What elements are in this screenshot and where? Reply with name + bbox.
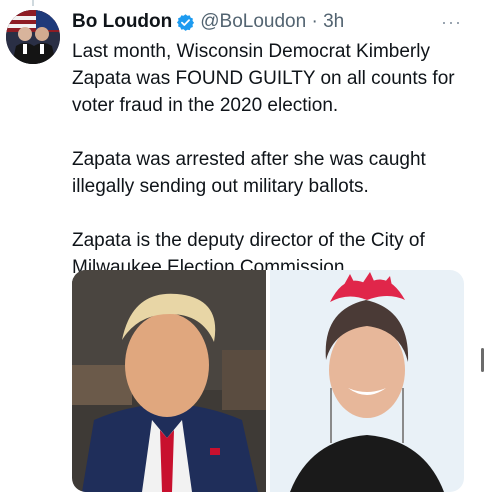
tweet-paragraph: Last month, Wisconsin Democrat Kimberly … [72,41,455,116]
handle[interactable]: @BoLoudon · 3h [200,11,344,33]
tweet-paragraph: Zapata was arrested after she was caught… [72,149,426,197]
media-photo-right[interactable] [270,270,464,492]
timestamp[interactable]: 3h [323,11,344,32]
avatar[interactable] [6,10,60,64]
display-name[interactable]: Bo Loudon [72,11,172,33]
handle-text: @BoLoudon [200,11,307,32]
media-grid [72,270,464,492]
tweet-text: Last month, Wisconsin Democrat Kimberly … [72,38,476,308]
verified-badge-icon [176,13,195,32]
separator-dot: · [311,11,318,32]
media-photo-left[interactable] [72,270,266,492]
tweet-header: Bo Loudon @BoLoudon · 3h [72,9,488,35]
avatar-image [6,10,60,64]
more-options-icon[interactable]: ··· [441,12,462,33]
thread-connector-line [32,0,34,6]
scrollbar-thumb[interactable] [481,348,484,372]
